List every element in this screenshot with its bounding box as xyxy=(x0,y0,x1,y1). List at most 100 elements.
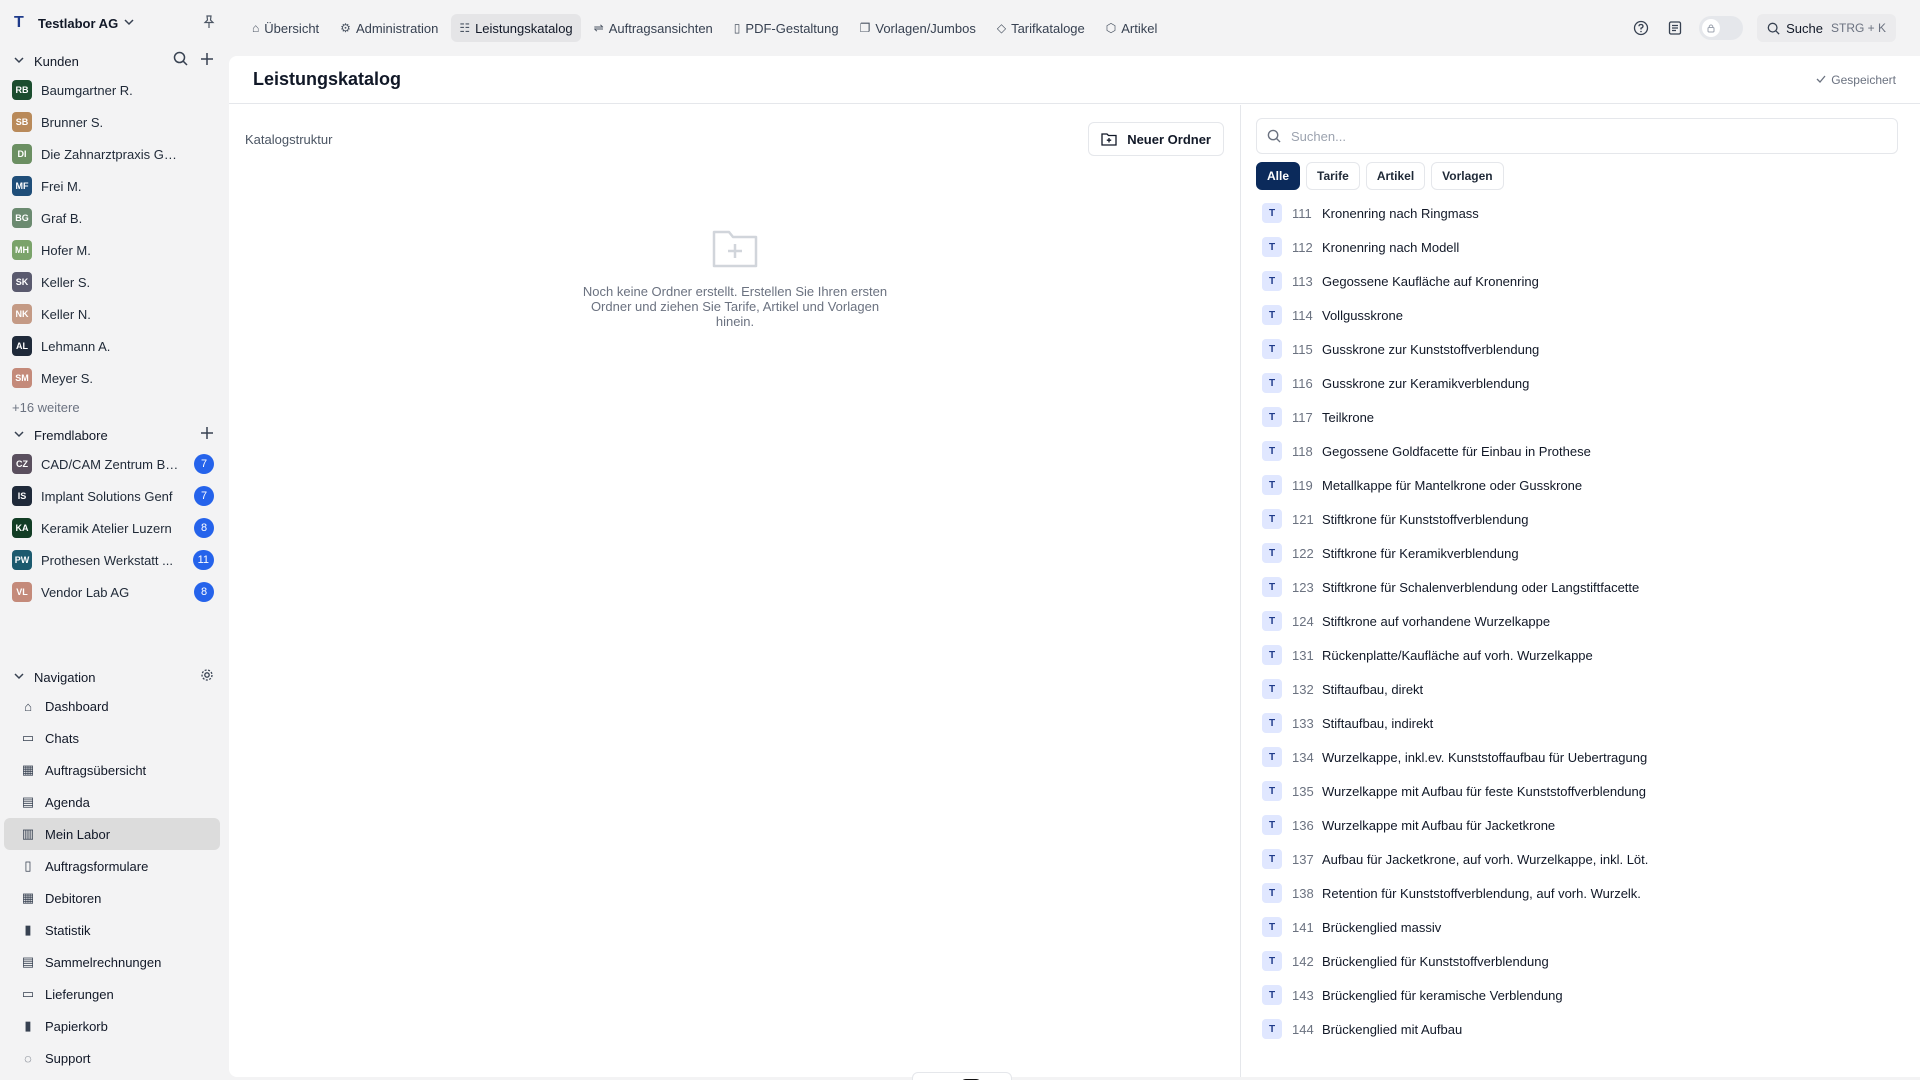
pin-icon[interactable] xyxy=(202,14,216,32)
add-icon[interactable] xyxy=(200,51,214,71)
tab-auftragsansichten[interactable]: ⇌ Auftragsansichten xyxy=(586,14,721,42)
fremdlabor-item[interactable]: KA Keramik Atelier Luzern 8 xyxy=(0,512,228,544)
catalog-item[interactable]: T 111 Kronenring nach Ringmass xyxy=(1256,196,1904,230)
tab-artikel[interactable]: ⬡ Artikel xyxy=(1098,14,1166,42)
catalog-item[interactable]: T 144 Brückenglied mit Aufbau xyxy=(1256,1012,1904,1046)
catalog-item[interactable]: T 138 Retention für Kunststoffverblendung,… xyxy=(1256,876,1904,910)
kunde-item[interactable]: BG Graf B. xyxy=(0,202,228,234)
catalog-item[interactable]: T 119 Metallkappe für Mantelkrone oder Gus… xyxy=(1256,468,1904,502)
nav-item-statistik[interactable]: ▮ Statistik xyxy=(4,914,220,946)
catalog-item[interactable]: T 122 Stiftkrone für Keramikverblendung xyxy=(1256,536,1904,570)
search-icon[interactable] xyxy=(173,51,188,71)
tab-vorlagen-jumbos[interactable]: ❐ Vorlagen/Jumbos xyxy=(852,14,984,42)
nav-item-agenda[interactable]: ▤ Agenda xyxy=(4,786,220,818)
item-name: Teilkrone xyxy=(1322,409,1375,425)
catalog-item[interactable]: T 118 Gegossene Goldfacette für Einbau in … xyxy=(1256,434,1904,468)
catalog-item[interactable]: T 133 Stiftaufbau, indirekt xyxy=(1256,706,1904,740)
item-name: Stiftaufbau, direkt xyxy=(1322,681,1424,697)
catalog-item[interactable]: T 135 Wurzelkappe mit Aufbau für feste Kun… xyxy=(1256,774,1904,808)
catalog-item[interactable]: T 112 Kronenring nach Modell xyxy=(1256,230,1904,264)
kunde-item[interactable]: MF Frei M. xyxy=(0,170,228,202)
kunde-name: Keller N. xyxy=(41,306,91,322)
notes-icon[interactable] xyxy=(1665,18,1685,38)
nav-label: Chats xyxy=(45,730,79,746)
fremdlabor-item[interactable]: IS Implant Solutions Genf 7 xyxy=(0,480,228,512)
nav-item-auftragsformulare[interactable]: ▯ Auftragsformulare xyxy=(4,850,220,882)
global-search-button[interactable]: Suche STRG + K xyxy=(1757,14,1896,42)
catalog-item[interactable]: T 124 Stiftkrone auf vorhandene Wurzelkapp… xyxy=(1256,604,1904,638)
item-name: Brückenglied für Kunststoffverblendung xyxy=(1322,953,1549,969)
catalog-item[interactable]: T 141 Brückenglied massiv xyxy=(1256,910,1904,944)
nav-item-lieferungen[interactable]: ▭ Lieferungen xyxy=(4,978,220,1010)
chevron-down-icon[interactable] xyxy=(14,429,28,442)
add-icon[interactable] xyxy=(200,425,214,445)
catalog-item[interactable]: T 115 Gusskrone zur Kunststoffverblendung xyxy=(1256,332,1904,366)
filter-artikel[interactable]: Artikel xyxy=(1365,162,1426,190)
kunde-item[interactable]: DI Die Zahnarztpraxis GmbH xyxy=(0,138,228,170)
catalog-item[interactable]: T 131 Rückenplatte/Kaufläche auf vorh. Wur… xyxy=(1256,638,1904,672)
catalog-item[interactable]: T 142 Brückenglied für Kunststoffverblendu… xyxy=(1256,944,1904,978)
catalog-item[interactable]: T 114 Vollgusskrone xyxy=(1256,298,1904,332)
tab-pdf-gestaltung[interactable]: ▯ PDF-Gestaltung xyxy=(726,14,847,42)
lock-toggle[interactable] xyxy=(1699,16,1744,40)
nav-item-chats[interactable]: ▭ Chats xyxy=(4,722,220,754)
catalog-search-input[interactable] xyxy=(1291,128,1887,144)
filter-vorlagen[interactable]: Vorlagen xyxy=(1431,162,1504,190)
catalog-item[interactable]: T 136 Wurzelkappe mit Aufbau für Jacketkro… xyxy=(1256,808,1904,842)
fremdlabor-item[interactable]: CZ CAD/CAM Zentrum Ba... 7 xyxy=(0,448,228,480)
catalog-item[interactable]: T 137 Aufbau für Jacketkrone, auf vorh. Wu… xyxy=(1256,842,1904,876)
kunde-item[interactable]: SB Brunner S. xyxy=(0,106,228,138)
type-badge: T xyxy=(1262,339,1282,359)
workspace-switcher[interactable]: T Testlabor AG xyxy=(0,0,228,46)
nav-item-debitoren[interactable]: ▦ Debitoren xyxy=(4,882,220,914)
section-kunden-header[interactable]: Kunden xyxy=(0,48,228,74)
gear-icon[interactable] xyxy=(200,667,214,687)
kunde-item[interactable]: NK Keller N. xyxy=(0,298,228,330)
nav-item-mein-labor[interactable]: ▥ Mein Labor xyxy=(4,818,220,850)
help-icon[interactable] xyxy=(1631,18,1651,38)
tab-administration[interactable]: ⚙ Administration xyxy=(332,14,446,42)
fremdlabor-item[interactable]: VL Vendor Lab AG 8 xyxy=(0,576,228,608)
chevron-down-icon[interactable] xyxy=(14,55,28,68)
kunde-item[interactable]: MH Hofer M. xyxy=(0,234,228,266)
kunde-item[interactable]: AL Lehmann A. xyxy=(0,330,228,362)
fremdlabor-item[interactable]: PW Prothesen Werkstatt ... 11 xyxy=(0,544,228,576)
new-folder-button[interactable]: Neuer Ordner xyxy=(1088,122,1224,156)
catalog-item[interactable]: T 134 Wurzelkappe, inkl.ev. Kunststoffaufb… xyxy=(1256,740,1904,774)
filter-tarife[interactable]: Tarife xyxy=(1306,162,1360,190)
gear-icon: ⚙ xyxy=(340,21,351,35)
item-code: 141 xyxy=(1292,919,1314,935)
item-name: Retention für Kunststoffverblendung, auf… xyxy=(1322,885,1641,901)
nav-item-sammelrechnungen[interactable]: ▤ Sammelrechnungen xyxy=(4,946,220,978)
nav-label: Statistik xyxy=(45,922,91,938)
catalog-item[interactable]: T 123 Stiftkrone für Schalenverblendung od… xyxy=(1256,570,1904,604)
catalog-item[interactable]: T 113 Gegossene Kaufläche auf Kronenring xyxy=(1256,264,1904,298)
chevron-down-icon[interactable] xyxy=(14,671,28,684)
top-tabbar: ⌂ Übersicht ⚙ Administration ☷ Leistungskatal… xyxy=(244,0,1920,56)
nav-item-auftrags-bersicht[interactable]: ▦ Auftragsübersicht xyxy=(4,754,220,786)
kunde-item[interactable]: SM Meyer S. xyxy=(0,362,228,394)
kunde-item[interactable]: SK Keller S. xyxy=(0,266,228,298)
nav-item-dashboard[interactable]: ⌂ Dashboard xyxy=(4,690,220,722)
kunden-more-link[interactable]: +16 weitere xyxy=(0,394,228,420)
filter-alle[interactable]: Alle xyxy=(1256,162,1301,190)
item-name: Stiftkrone für Kunststoffverblendung xyxy=(1322,511,1529,527)
workspace-name[interactable]: Testlabor AG xyxy=(38,16,118,31)
type-badge: T xyxy=(1262,951,1282,971)
tab-leistungskatalog[interactable]: ☷ Leistungskatalog xyxy=(451,14,581,42)
tab-tarifkataloge[interactable]: ◇ Tarifkataloge xyxy=(989,14,1093,42)
catalog-item[interactable]: T 116 Gusskrone zur Keramikverblendung xyxy=(1256,366,1904,400)
catalog-item[interactable]: T 117 Teilkrone xyxy=(1256,400,1904,434)
section-navigation-header[interactable]: Navigation xyxy=(0,664,228,690)
kunde-item[interactable]: RB Baumgartner R. xyxy=(0,74,228,106)
chevron-down-icon[interactable] xyxy=(124,17,134,30)
nav-item-support[interactable]: ◌ Support xyxy=(4,1042,220,1074)
tab--bersicht[interactable]: ⌂ Übersicht xyxy=(244,14,327,42)
table-icon: ▦ xyxy=(21,890,35,905)
nav-item-papierkorb[interactable]: ▮ Papierkorb xyxy=(4,1010,220,1042)
item-code: 113 xyxy=(1292,273,1313,289)
section-fremdlabore-header[interactable]: Fremdlabore xyxy=(0,422,228,448)
catalog-item[interactable]: T 121 Stiftkrone für Kunststoffverblendung xyxy=(1256,502,1904,536)
catalog-item[interactable]: T 132 Stiftaufbau, direkt xyxy=(1256,672,1904,706)
catalog-item[interactable]: T 143 Brückenglied für keramische Verblend… xyxy=(1256,978,1904,1012)
